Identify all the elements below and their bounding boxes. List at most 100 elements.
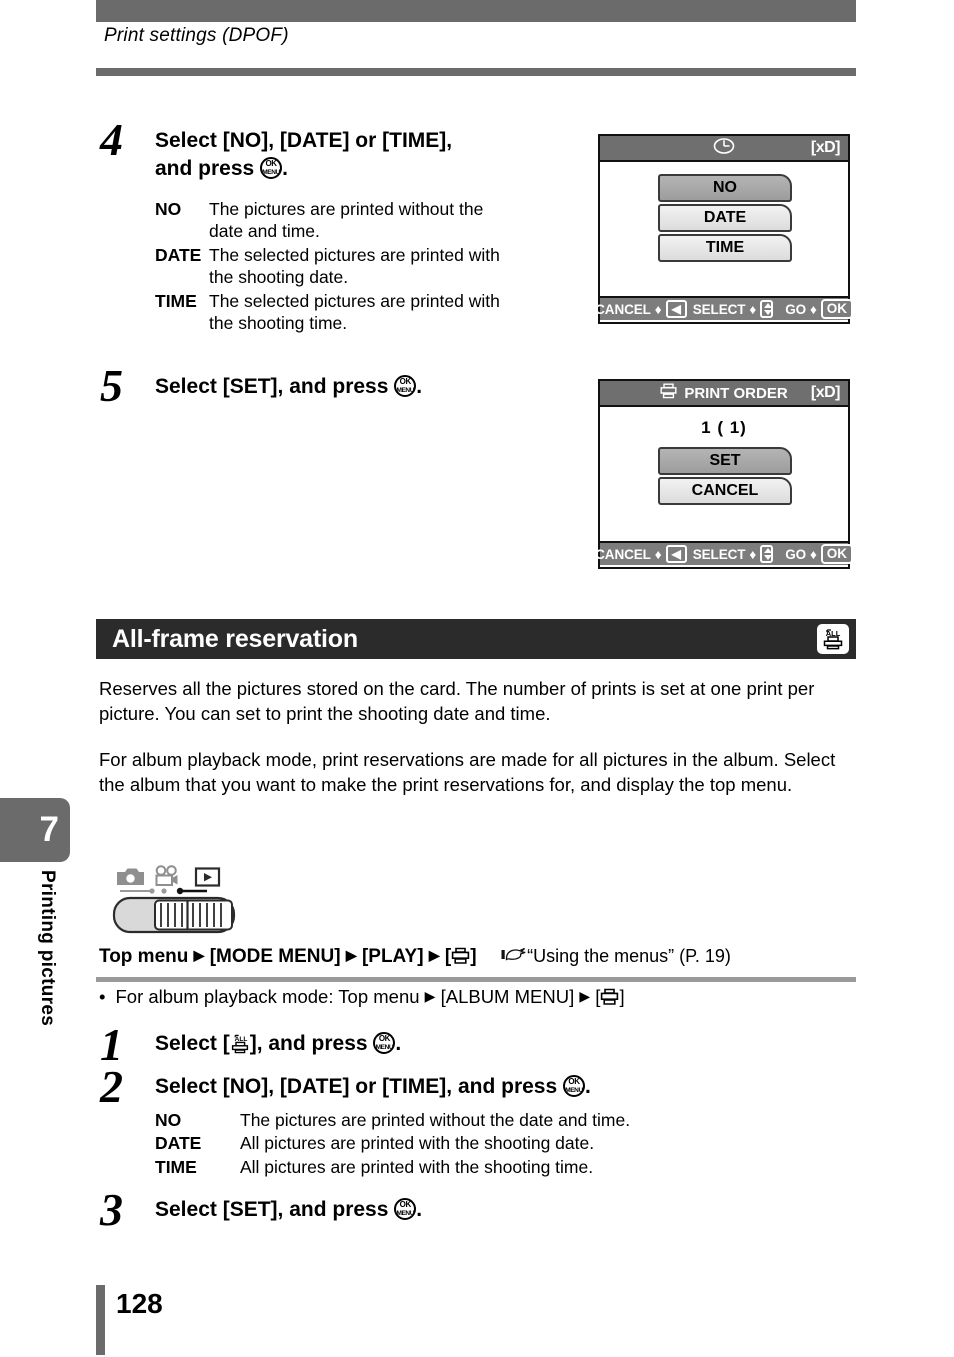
lcd1-cancel-hint: CANCEL ♦ ◀ <box>595 300 687 318</box>
menu-path-step-2: [PLAY] <box>361 946 424 967</box>
description-term: TIME <box>155 290 197 311</box>
movie-icon <box>155 865 178 886</box>
description-row: TIME All pictures are printed with the s… <box>155 1156 855 1178</box>
lcd2-option-cancel[interactable]: CANCEL <box>658 477 792 505</box>
printer-icon <box>451 947 470 966</box>
lcd2-select-hint: SELECT ♦ <box>693 545 774 563</box>
lcd2-title: PRINT ORDER <box>684 384 788 402</box>
step-3-title-pre: Select [SET], and press <box>155 1198 389 1221</box>
step-1-title-mid: ], and press <box>249 1032 368 1055</box>
lcd1-option-date[interactable]: DATE <box>658 204 792 232</box>
diamond-arrow-icon: ♦ <box>810 546 817 562</box>
mode-switch-figure <box>112 858 242 941</box>
diamond-arrow-icon: ♦ <box>810 301 817 317</box>
lcd1-option-no[interactable]: NO <box>658 174 792 202</box>
left-arrow-key-icon: ◀ <box>665 300 687 318</box>
diamond-arrow-icon: ♦ <box>654 301 662 317</box>
left-arrow-key-icon: ◀ <box>665 545 687 563</box>
clock-icon <box>713 137 735 159</box>
step-5-title-period: . <box>416 375 423 398</box>
menu-path-line: Top menu ▶ [MODE MENU] ▶ [PLAY] ▶ [] “Us… <box>99 946 859 968</box>
up-down-key-icon <box>760 300 774 318</box>
section-title: All-frame reservation <box>112 624 358 653</box>
page-number: 128 <box>116 1288 163 1319</box>
menu-path-reference: “Using the menus” (P. 19) <box>527 946 731 966</box>
description-term: NO <box>155 199 182 219</box>
header-rule <box>96 68 856 76</box>
description-text: All pictures are printed with the shooti… <box>240 1156 594 1177</box>
lcd2-cancel-hint: CANCEL ♦ ◀ <box>595 545 687 563</box>
lcd1-cancel-label: CANCEL <box>595 301 651 317</box>
diamond-arrow-icon: ♦ <box>749 546 757 562</box>
description-term: NO <box>155 1110 182 1130</box>
page-top-band <box>96 0 856 22</box>
album-note-text: For album playback mode: Top menu <box>115 986 420 1007</box>
description-term: DATE <box>155 244 202 265</box>
step-2-number: 2 <box>100 1061 123 1112</box>
ok-menu-button-icon: OK MENU <box>563 1075 585 1097</box>
album-note-menu: [ALBUM MENU] <box>440 986 575 1007</box>
printer-icon <box>600 988 619 1007</box>
lcd1-option-time[interactable]: TIME <box>658 234 792 262</box>
description-text: The pictures are printed without the dat… <box>240 1110 631 1130</box>
step-4-number: 4 <box>100 114 123 165</box>
menu-path-rule <box>96 977 856 982</box>
mode-switch <box>112 896 236 934</box>
lcd1-footer-bar: CANCEL ♦ ◀ SELECT ♦ GO ♦ OK <box>595 296 853 320</box>
menu-path-prefix: Top menu <box>99 946 189 967</box>
step-3-number: 3 <box>100 1184 123 1235</box>
folio-bar <box>96 1285 105 1355</box>
chevron-right-icon: ▶ <box>424 988 436 1004</box>
chevron-right-icon: ▶ <box>193 947 205 963</box>
playback-icon <box>194 867 221 887</box>
section-header-band: All-frame reservation ALL <box>96 619 856 659</box>
pointing-hand-icon <box>501 946 527 966</box>
ok-menu-button-icon: OK MENU <box>373 1032 396 1054</box>
lcd2-title-bar: PRINT ORDER [xD] <box>600 381 848 407</box>
description-row: TIME The selected pictures are printed w… <box>155 290 555 335</box>
description-row: DATE The selected pictures are printed w… <box>155 244 555 289</box>
lcd1-field: NO DATE TIME <box>600 162 848 296</box>
step-4-descriptions: NO The pictures are printed without the … <box>155 198 555 335</box>
step-5-number: 5 <box>100 360 123 411</box>
ok-menu-button-icon: OK MENU <box>394 375 417 397</box>
album-note-bracket-close: ] <box>619 986 625 1007</box>
description-row: NO The pictures are printed without the … <box>155 198 555 243</box>
lcd-screen-print-order: PRINT ORDER [xD] 1 ( 1) SET CANCEL CANCE… <box>595 379 853 569</box>
description-text: The selected pictures are printed with t… <box>209 290 500 333</box>
chevron-right-icon: ▶ <box>428 947 440 963</box>
running-head: Print settings (DPOF) <box>104 25 289 46</box>
lcd1-go-hint: GO ♦ OK <box>785 299 853 319</box>
lcd2-field: 1 ( 1) SET CANCEL <box>600 407 848 541</box>
ok-menu-button-icon: OK MENU <box>394 1198 417 1220</box>
step-4-title: Select [NO], [DATE] or [TIME], and press… <box>155 127 555 182</box>
lcd1-select-label: SELECT <box>692 301 746 317</box>
lcd2-go-label: GO <box>785 546 806 562</box>
print-all-icon: ALL <box>230 1034 250 1055</box>
menu-path-step-1: [MODE MENU] <box>209 946 341 967</box>
album-menu-note: • For album playback mode: Top menu ▶ [AL… <box>99 986 625 1008</box>
description-text: The selected pictures are printed with t… <box>209 244 500 288</box>
description-text: The pictures are printed without the dat… <box>209 199 484 242</box>
ok-key-icon: OK <box>820 544 853 564</box>
step-2-title-pre: Select [NO], [DATE] or [TIME], and press <box>155 1075 558 1098</box>
chapter-number: 7 <box>39 810 59 849</box>
chapter-tab: 7 <box>0 798 70 862</box>
step-1-title-pre: Select [ <box>155 1032 230 1055</box>
lcd1-select-hint: SELECT ♦ <box>692 300 774 318</box>
step-2-title: Select [NO], [DATE] or [TIME], and press… <box>155 1073 855 1101</box>
lcd2-print-counter: 1 ( 1) <box>701 418 747 437</box>
lcd2-option-set[interactable]: SET <box>658 447 792 475</box>
lcd1-title-bar: [xD] <box>600 136 848 162</box>
camera-icon <box>117 868 144 885</box>
step-4-title-line2: and press <box>155 156 255 180</box>
description-row: NO The pictures are printed without the … <box>155 1109 855 1131</box>
section-paragraph-2: For album playback mode, print reservati… <box>99 749 836 795</box>
chevron-right-icon: ▶ <box>579 988 591 1004</box>
description-text: All pictures are printed with the shooti… <box>240 1133 595 1154</box>
up-down-key-icon <box>760 545 774 563</box>
step-1-title-period: . <box>395 1032 402 1055</box>
step-3-title: Select [SET], and press OK MENU. <box>155 1196 855 1224</box>
menu-path-bracket-close: ] <box>470 946 477 967</box>
diamond-arrow-icon: ♦ <box>749 301 757 317</box>
